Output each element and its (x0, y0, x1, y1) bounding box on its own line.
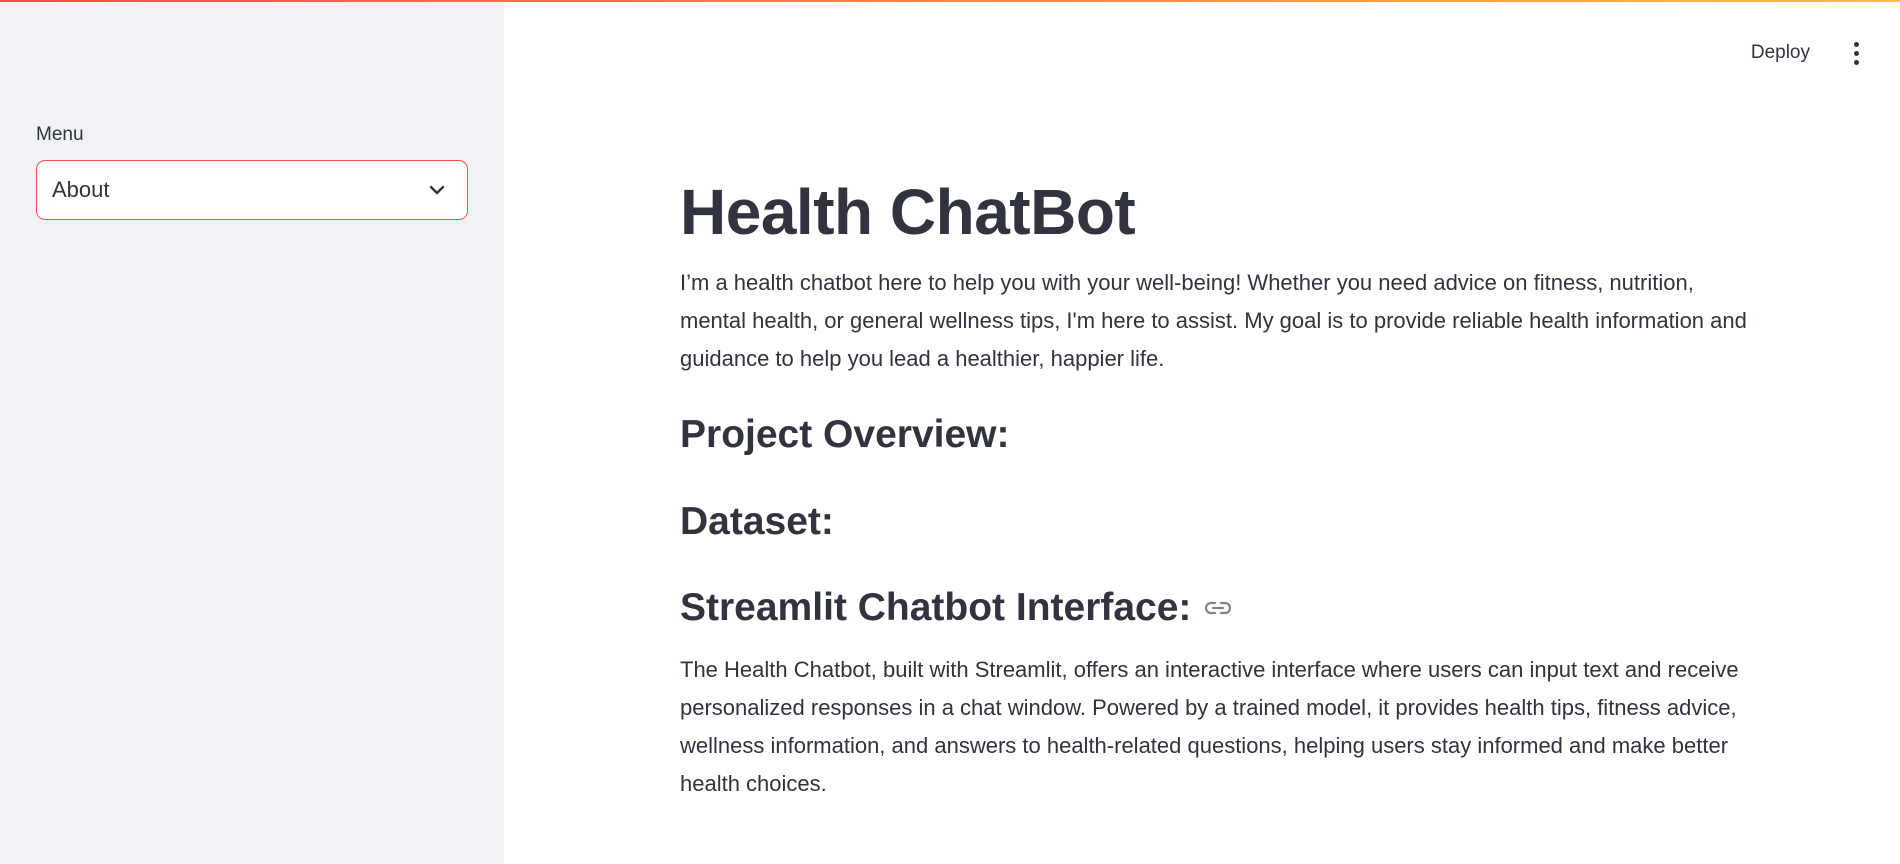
page-title: Health ChatBot (680, 176, 1136, 248)
deploy-button[interactable]: Deploy (1731, 34, 1830, 72)
top-decoration-bar (0, 0, 1900, 2)
sidebar: Menu About (0, 0, 504, 864)
menu-select[interactable]: About (36, 160, 468, 220)
link-icon[interactable] (1203, 598, 1233, 618)
chevron-down-icon (427, 180, 447, 200)
interface-description: The Health Chatbot, built with Streamlit… (680, 657, 1739, 796)
dataset-heading: Dataset: (680, 495, 1760, 549)
streamlit-interface-heading: Streamlit Chatbot Interface: (680, 581, 1760, 635)
intro-paragraph: I’m a health chatbot here to help you wi… (680, 270, 1747, 371)
project-overview-heading-text: Project Overview: (680, 413, 1010, 456)
header-actions: Deploy (1731, 30, 1900, 76)
more-vert-icon[interactable] (1844, 35, 1868, 71)
project-overview-heading: Project Overview: (680, 408, 1760, 462)
streamlit-interface-heading-text: Streamlit Chatbot Interface: (680, 586, 1192, 629)
dataset-heading-text: Dataset: (680, 500, 834, 543)
main-content-area: Deploy Health ChatBot I’m a health chatb… (504, 0, 1900, 864)
page-content: Health ChatBot I’m a health chatbot here… (680, 170, 1760, 803)
menu-select-value: About (52, 177, 110, 202)
menu-label: Menu (36, 124, 84, 145)
